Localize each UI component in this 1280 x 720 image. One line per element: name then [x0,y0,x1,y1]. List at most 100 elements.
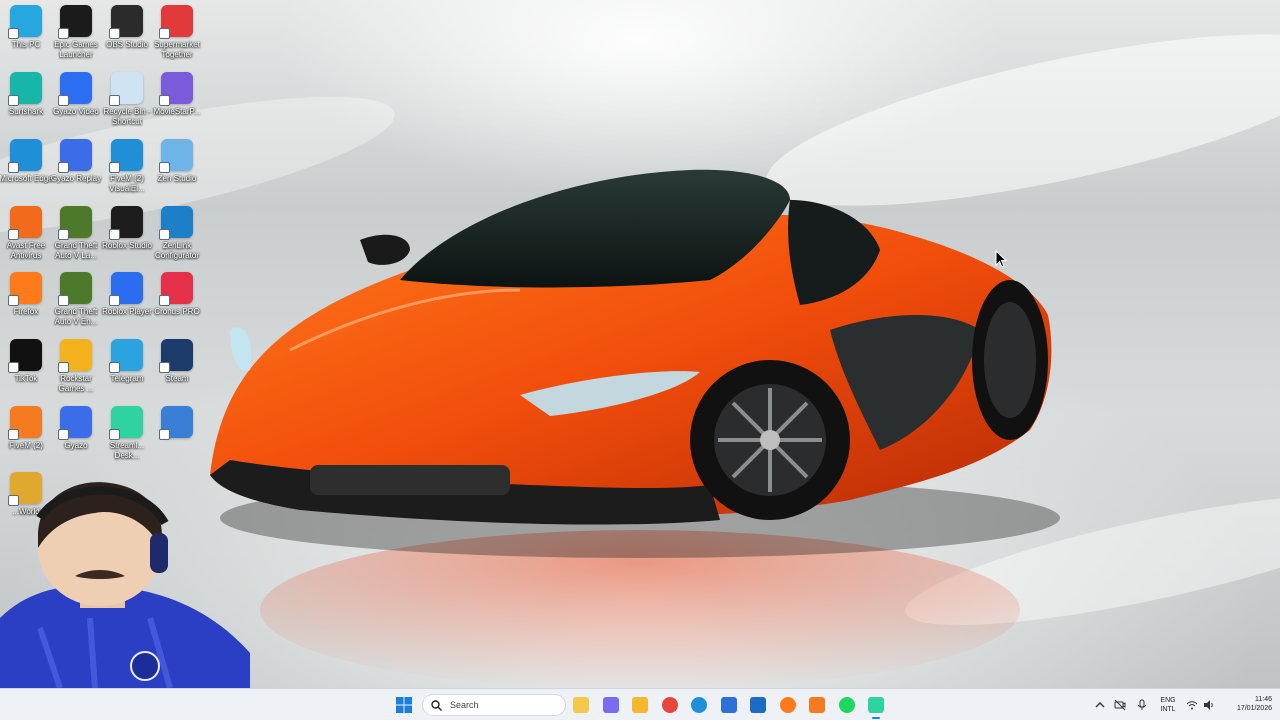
desktop-shortcut[interactable]: Cronus PRO [151,272,203,317]
moviestar-icon [159,72,193,106]
taskbar-app-button[interactable] [864,693,888,719]
desktop-shortcut[interactable]: Roblox Player [101,272,153,317]
taskbar-app-button[interactable] [835,693,859,717]
clock-date: 17/01/2026 [1236,705,1272,712]
desktop-shortcut[interactable]: Rockstar Games ... [50,339,102,394]
desktop-shortcut-label: Roblox Studio [102,241,152,250]
gyazo-icon [58,406,92,440]
supermarket-icon [159,5,193,39]
desktop-shortcut-label: Grand Theft Auto V La... [54,241,98,260]
desktop-shortcut-label: FiveM (2) [9,441,43,450]
desktop-shortcut[interactable]: Surfshark [0,72,52,117]
desktop-shortcut[interactable]: Epic Games Launcher [50,5,102,60]
desktop-shortcut[interactable]: Supermarket Together [151,5,203,60]
copilot-icon [603,697,619,713]
desktop-shortcut[interactable]: OBS Studio [101,5,153,50]
desktop-shortcut[interactable]: TikTok [0,339,52,384]
taskbar: Search ENG INTL 11:46 17/01/2026 [0,688,1280,720]
sports-car-image [210,169,1060,688]
chrome-icon [662,697,678,713]
telegram-icon [109,339,143,373]
desktop-shortcut-label: Streaml... Desk... [109,441,145,460]
desktop-shortcut[interactable]: Streaml... Desk... [101,406,153,461]
microphone-icon[interactable] [1136,699,1148,711]
show-hidden-icons-chevron-icon[interactable] [1094,699,1106,711]
desktop-shortcut[interactable]: Telegram [101,339,153,384]
desktop-shortcut[interactable]: Avast Free Antivirus [0,206,52,261]
active-app-indicator [872,717,880,719]
desktop-shortcut-label: Roblox Player [102,307,152,316]
fortnite-icon [159,406,193,440]
webcam-overlay [0,478,250,688]
taskbar-app-button[interactable] [569,693,593,717]
taskbar-app-button[interactable] [599,693,623,717]
wifi-icon[interactable] [1186,699,1198,711]
roblox-studio-icon [109,206,143,240]
desktop-shortcut-label: Supermarket Together [154,40,200,59]
desktop-shortcut[interactable]: MovieStarP... [151,72,203,117]
edge-icon [109,139,143,173]
desktop-shortcut-label: Cronus PRO [154,307,200,316]
camera-off-icon[interactable] [1114,699,1126,711]
rockstar-icon [58,339,92,373]
desktop-shortcut[interactable]: Roblox Studio [101,206,153,251]
desktop-shortcut[interactable]: Gyazo Video [50,72,102,117]
start-button[interactable] [392,693,416,717]
desktop-shortcut[interactable]: Grand Theft Auto V En... [50,272,102,327]
desktop-shortcut[interactable]: FiveM (2) [0,406,52,451]
streamlabs-icon [868,697,884,713]
clock-time: 11:46 [1255,696,1272,703]
taskbar-app-button[interactable] [776,693,800,717]
desktop-shortcut-label: Zen Studio [157,174,197,183]
recycle-bin-icon [109,72,143,106]
taskbar-search-box[interactable]: Search [422,694,566,716]
spotify-icon [839,697,855,713]
fivem-icon [8,406,42,440]
epic-games-icon [58,5,92,39]
desktop-shortcut-label: Microsoft Edge [0,174,53,183]
avast-icon [8,206,42,240]
desktop-shortcut[interactable]: This PC [0,5,52,50]
desktop-shortcut-label: MovieStarP... [153,107,201,116]
firefox-icon [780,697,796,713]
desktop-shortcut-label: FiveM (2) VisualEl... [109,174,145,193]
firefox-icon [8,272,42,306]
edge-icon [8,139,42,173]
taskbar-app-button[interactable] [658,693,682,717]
steam-icon [159,339,193,373]
desktop-shortcut[interactable]: FiveM (2) VisualEl... [101,139,153,194]
desktop-shortcut[interactable]: Gyazo Replay [50,139,102,184]
desktop-shortcut[interactable]: Grand Theft Auto V La... [50,206,102,261]
obs-icon [109,5,143,39]
desktop-shortcut-label: Gyazo [64,441,88,450]
desktop-shortcut[interactable]: Microsoft Edge [0,139,53,184]
taskbar-app-button[interactable] [746,693,770,717]
streamlabs-icon [109,406,143,440]
mouse-cursor [995,250,1007,268]
tiktok-icon [8,339,42,373]
desktop-shortcut[interactable] [151,406,203,441]
taskbar-app-button[interactable] [628,693,652,717]
desktop-shortcut-label: OBS Studio [106,40,148,49]
desktop-shortcut[interactable]: ZenLink Configurator [151,206,203,261]
language-indicator[interactable]: ENG INTL [1156,696,1180,714]
volume-icon[interactable] [1203,699,1215,711]
zen-studio-icon [159,139,193,173]
taskbar-app-button[interactable] [717,693,741,717]
desktop-shortcut-label: TikTok [14,374,38,383]
desktop-shortcut[interactable]: Firefox [0,272,52,317]
microsoft-store-icon [721,697,737,713]
desktop-shortcut[interactable]: Recycle Bin - Shortcut [101,72,153,127]
windows-logo-icon [396,697,412,713]
taskbar-app-button[interactable] [687,693,711,717]
gyazo-video-icon [58,72,92,106]
clock[interactable]: 11:46 17/01/2026 [1222,695,1272,713]
fivem-icon [809,697,825,713]
edge-icon [691,697,707,713]
taskbar-app-button[interactable] [805,693,829,717]
desktop-shortcut[interactable]: Gyazo [50,406,102,451]
desktop-shortcut[interactable]: Steam [151,339,203,384]
desktop-shortcut[interactable]: Zen Studio [151,139,203,184]
cronus-icon [159,272,193,306]
gta-icon [58,272,92,306]
